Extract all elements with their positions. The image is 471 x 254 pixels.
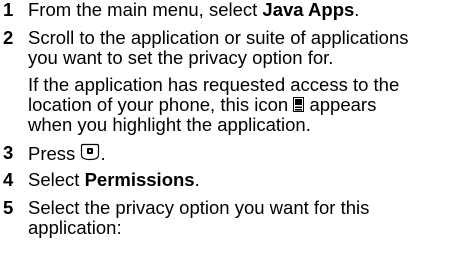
step-2-text-line-2: you want to set the privacy option for. xyxy=(28,47,334,68)
step-number: 4 xyxy=(3,169,14,190)
menu-item-permissions: Permissions xyxy=(84,169,195,190)
step-text: Press . xyxy=(28,143,471,164)
step-1-text-pre: From the main menu, select xyxy=(28,0,263,20)
step-4-text-post: . xyxy=(194,169,200,190)
step-number: 3 xyxy=(3,142,14,163)
step-text: From the main menu, select Java Apps. xyxy=(28,0,471,20)
step-2-note-line-2: location of your phone, this icon appear… xyxy=(28,95,471,115)
note-text-post: appears xyxy=(309,94,377,115)
step-2-note-line-1: If the application has requested access … xyxy=(28,74,400,95)
step-text-line-1: Scroll to the application or suite of ap… xyxy=(28,27,409,48)
step-number: 1 xyxy=(3,0,14,20)
instruction-document: 1 From the main menu, select Java Apps. … xyxy=(0,0,471,254)
select-key-icon xyxy=(80,143,100,161)
step-5-text-line-2: application: xyxy=(28,217,122,238)
step-2-note-line-3: when you highlight the application. xyxy=(28,114,311,135)
step-1-text-post: . xyxy=(354,0,360,20)
step-number: 2 xyxy=(3,27,14,48)
step-text-line-1: Select the privacy option you want for t… xyxy=(28,197,370,218)
step-3-text-pre: Press xyxy=(28,143,76,164)
step-text: Select Permissions. xyxy=(28,170,471,190)
step-3-text-post: . xyxy=(100,143,106,164)
step-number: 5 xyxy=(3,197,14,218)
location-access-icon xyxy=(293,97,305,112)
note-text-pre: location of your phone, this icon xyxy=(28,94,289,115)
menu-item-java-apps: Java Apps xyxy=(262,0,355,20)
step-4-text-pre: Select xyxy=(28,169,85,190)
